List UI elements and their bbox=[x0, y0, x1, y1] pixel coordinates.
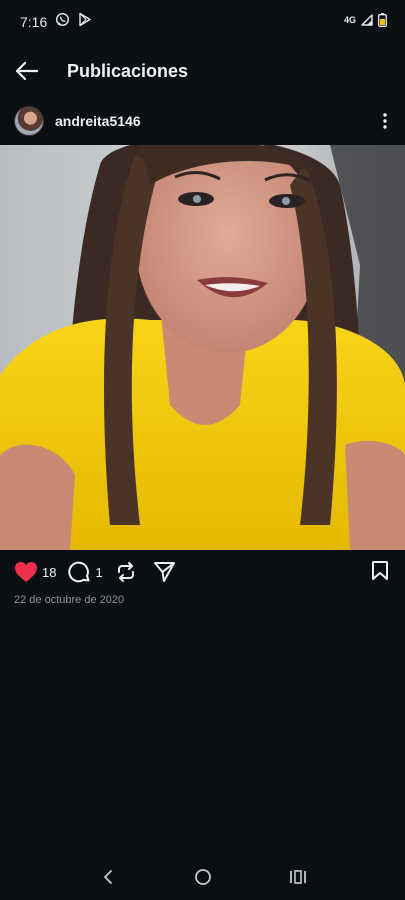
arrow-left-icon bbox=[15, 61, 39, 81]
back-icon bbox=[103, 870, 112, 884]
share-button[interactable] bbox=[153, 561, 176, 583]
status-left: 7:16 bbox=[20, 12, 92, 32]
post-image bbox=[0, 145, 405, 550]
more-options-button[interactable] bbox=[379, 110, 391, 132]
avatar[interactable] bbox=[14, 106, 44, 136]
more-vertical-icon bbox=[383, 113, 387, 129]
status-right: 4G bbox=[343, 12, 387, 32]
repost-button[interactable] bbox=[115, 561, 137, 583]
nav-home-button[interactable] bbox=[183, 862, 223, 892]
nav-back-button[interactable] bbox=[88, 862, 128, 892]
screen: 7:16 4G Publicaciones andreita5146 18 1 … bbox=[0, 0, 405, 900]
play-store-icon bbox=[78, 12, 92, 32]
heart-icon bbox=[15, 562, 37, 582]
bookmark-icon bbox=[372, 561, 388, 580]
signal-icon bbox=[361, 13, 373, 31]
system-nav-bar bbox=[0, 854, 405, 900]
like-count: 18 bbox=[42, 564, 57, 580]
post-actions: 18 1 bbox=[0, 557, 405, 587]
whatsapp-icon bbox=[55, 12, 70, 32]
post-date: 22 de octubre de 2020 bbox=[14, 594, 125, 606]
status-time: 7:16 bbox=[20, 14, 48, 30]
battery-icon bbox=[378, 12, 387, 32]
comment-icon bbox=[68, 561, 90, 582]
comment-button[interactable]: 1 bbox=[68, 561, 103, 584]
status-bar: 7:16 4G bbox=[0, 0, 405, 44]
post-photo[interactable] bbox=[0, 145, 405, 550]
username[interactable]: andreita5146 bbox=[55, 113, 141, 129]
send-icon bbox=[153, 562, 175, 582]
like-button[interactable]: 18 bbox=[14, 561, 56, 583]
nav-recents-button[interactable] bbox=[278, 862, 318, 892]
network-type: 4G bbox=[343, 15, 356, 25]
recents-icon bbox=[289, 870, 306, 884]
home-icon bbox=[194, 869, 211, 885]
repost-icon bbox=[117, 562, 134, 582]
app-header: Publicaciones bbox=[0, 50, 405, 92]
save-button[interactable] bbox=[371, 560, 389, 586]
comment-count: 1 bbox=[95, 564, 103, 580]
post-header: andreita5146 bbox=[0, 104, 405, 138]
page-title: Publicaciones bbox=[67, 60, 189, 81]
back-button[interactable] bbox=[13, 57, 41, 85]
